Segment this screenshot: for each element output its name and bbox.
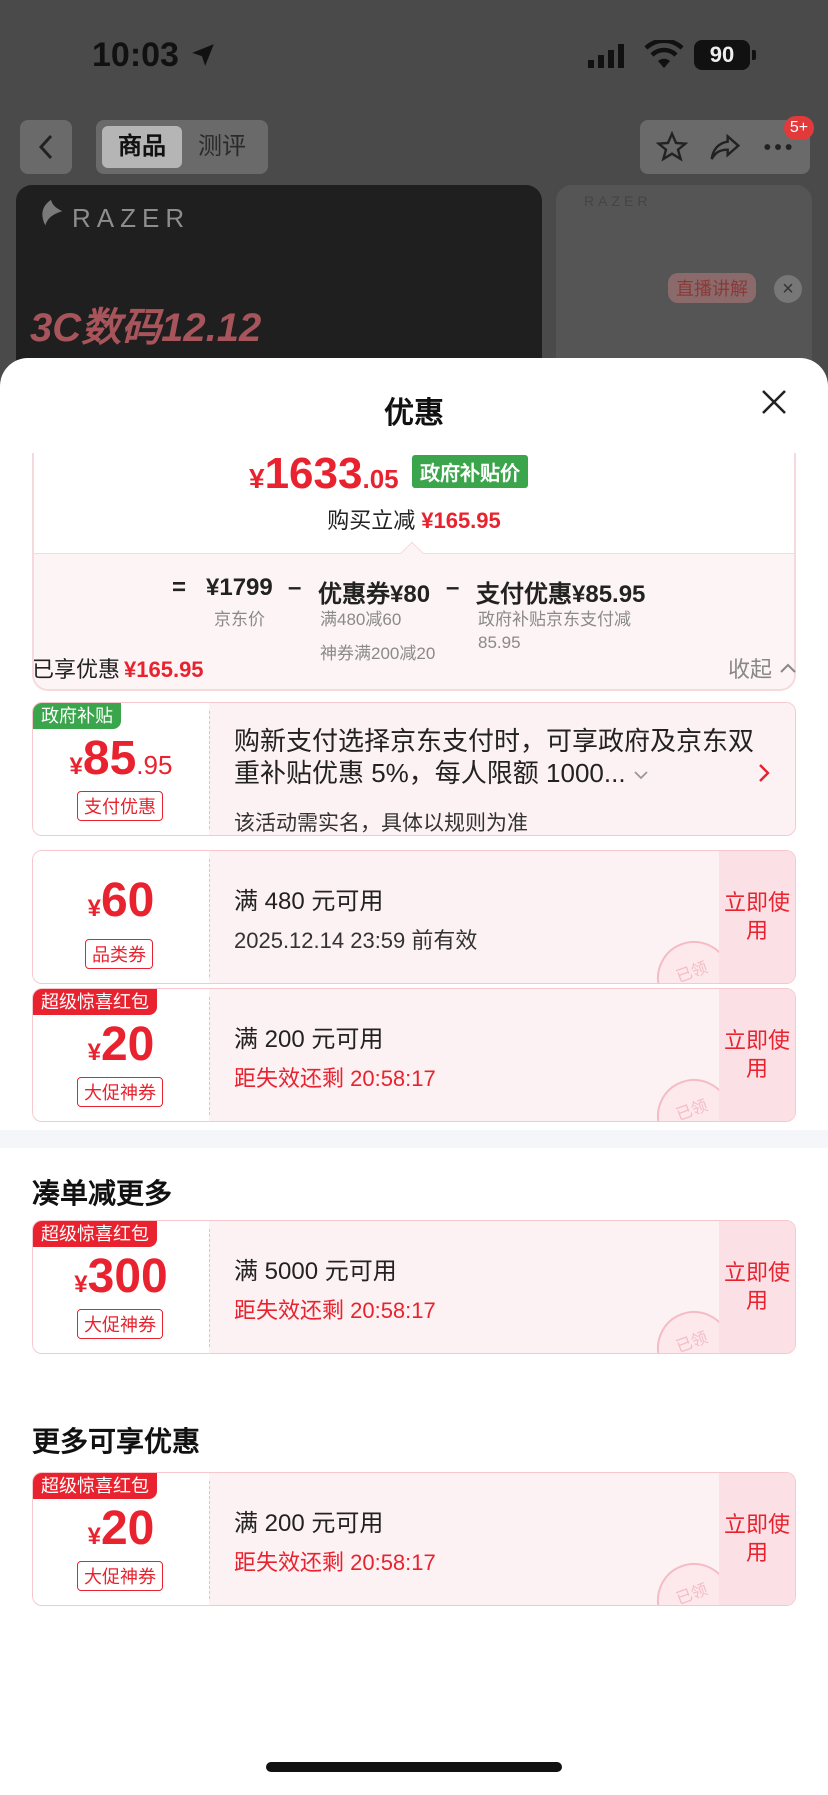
coupon-countdown: 距失效还剩 20:58:17 bbox=[234, 1550, 436, 1575]
corner-tag: 政府补贴 bbox=[33, 703, 121, 729]
battery-indicator: 90 bbox=[694, 40, 756, 70]
tab-review[interactable]: 测评 bbox=[182, 126, 262, 168]
payment-subsidy-card[interactable]: 政府补贴 ¥85.95 支付优惠 购新支付选择京东支付时，可享政府及京东双重补贴… bbox=[32, 702, 796, 836]
jd-price-label: 京东价 bbox=[214, 610, 265, 629]
chevron-left-icon bbox=[38, 134, 53, 160]
category-coupon-card: ¥60 品类券 满 480 元可用 2025.12.14 23:59 前有效 已… bbox=[32, 850, 796, 984]
live-label: 直播讲解 bbox=[668, 273, 756, 303]
use-now-button[interactable]: 立即使用 bbox=[719, 1473, 795, 1605]
coupon-amount: ¥20 bbox=[87, 1502, 155, 1555]
coupon-condition: 满 200 元可用 bbox=[234, 1510, 384, 1537]
live-thumbnail[interactable]: RAZER 直播讲解 × bbox=[556, 185, 812, 385]
chevron-down-icon bbox=[633, 771, 648, 780]
coupon-countdown: 距失效还剩 20:58:17 bbox=[234, 1298, 436, 1323]
red-packet-card: 超级惊喜红包 ¥20 大促神券 满 200 元可用 距失效还剩 20:58:17… bbox=[32, 988, 796, 1122]
corner-tag: 超级惊喜红包 bbox=[33, 1473, 157, 1499]
coupon-expiry: 2025.12.14 23:59 前有效 bbox=[234, 928, 478, 953]
coupon-amount: ¥20 bbox=[87, 1018, 155, 1071]
coupon-type: 品类券 bbox=[85, 939, 153, 969]
status-time: 10:03 bbox=[92, 36, 179, 74]
product-banner[interactable]: RAZER 3C数码12.12 bbox=[16, 185, 542, 385]
coupon-condition: 满 480 元可用 bbox=[234, 888, 384, 915]
product-review-segment: 商品 测评 bbox=[96, 120, 268, 174]
chevron-up-icon bbox=[780, 663, 796, 673]
final-price: ¥1633.05 bbox=[249, 449, 399, 498]
sheet-title: 优惠 bbox=[384, 397, 444, 430]
equals-sign: = bbox=[172, 574, 187, 601]
thumbnail-brand: RAZER bbox=[584, 193, 652, 209]
wifi-icon bbox=[644, 40, 684, 68]
enjoyed-label: 已享优惠 ¥165.95 bbox=[32, 657, 204, 682]
back-button[interactable] bbox=[20, 120, 72, 174]
tab-product[interactable]: 商品 bbox=[102, 126, 182, 168]
corner-tag: 超级惊喜红包 bbox=[33, 1221, 157, 1247]
coupon-condition: 满 200 元可用 bbox=[234, 1026, 384, 1053]
share-icon[interactable] bbox=[709, 131, 741, 163]
section-divider bbox=[0, 1130, 828, 1148]
coupon-amount: ¥85.95 bbox=[69, 732, 173, 785]
minus-sign: – bbox=[446, 574, 460, 601]
coupon-total: 优惠券¥80 bbox=[318, 581, 431, 608]
payment-discount: 支付优惠¥85.95 bbox=[476, 581, 646, 608]
reduce-line: 购买立减 ¥165.95 bbox=[327, 508, 501, 533]
coupon-condition: 满 5000 元可用 bbox=[234, 1258, 397, 1285]
chevron-right-icon[interactable] bbox=[757, 763, 771, 783]
use-now-button[interactable]: 立即使用 bbox=[719, 1221, 795, 1353]
red-packet-20-card: 超级惊喜红包 ¥20 大促神券 满 200 元可用 距失效还剩 20:58:17… bbox=[32, 1472, 796, 1606]
status-bar: 10:03 90 bbox=[0, 0, 828, 110]
cellular-signal-icon bbox=[588, 44, 624, 68]
star-icon[interactable] bbox=[656, 131, 689, 163]
use-now-button[interactable]: 立即使用 bbox=[719, 851, 795, 983]
subsidy-description[interactable]: 购新支付选择京东支付时，可享政府及京东双重补贴优惠 5%，每人限额 1000..… bbox=[234, 725, 764, 789]
coupon-type: 大促神券 bbox=[77, 1309, 163, 1339]
banner-promo: 3C数码12.12 bbox=[30, 306, 262, 350]
message-badge: 5+ bbox=[784, 116, 814, 140]
coupon-amount: ¥300 bbox=[74, 1250, 168, 1303]
coupon-type: 支付优惠 bbox=[77, 791, 163, 821]
coupon-countdown: 距失效还剩 20:58:17 bbox=[234, 1066, 436, 1091]
coupon-amount: ¥60 bbox=[87, 874, 155, 927]
jd-price: ¥1799 bbox=[206, 574, 273, 601]
discount-sheet: 优惠 ¥1633.05 政府补贴价 购买立减 ¥165.95 = ¥1799 京东… bbox=[0, 358, 828, 1795]
section-title-more-reduce: 凑单减更多 bbox=[32, 1178, 173, 1209]
coupon-detail-1: 满480减60 bbox=[320, 610, 402, 629]
enjoyed-discount-row: 已享优惠 ¥165.95 收起 bbox=[32, 648, 796, 684]
home-indicator bbox=[266, 1762, 562, 1772]
coupon-type: 大促神券 bbox=[77, 1077, 163, 1107]
banner-brand: RAZER bbox=[72, 203, 191, 233]
top-nav: 商品 测评 5+ bbox=[0, 116, 828, 176]
subsidy-rule: 该活动需实名，具体以规则为准 bbox=[234, 812, 528, 835]
razer-logo-icon bbox=[42, 199, 63, 226]
close-live-icon[interactable]: × bbox=[774, 275, 802, 303]
background-page: 10:03 90 商品 测评 5+ RAZER 3C数码12.12 RAZER … bbox=[0, 0, 828, 385]
use-now-button[interactable]: 立即使用 bbox=[719, 989, 795, 1121]
collapse-button[interactable]: 收起 bbox=[728, 652, 796, 684]
gov-subsidy-tag: 政府补贴价 bbox=[412, 455, 528, 488]
section-title-more-offers: 更多可享优惠 bbox=[32, 1426, 201, 1457]
corner-tag: 超级惊喜红包 bbox=[33, 989, 157, 1015]
coupon-type: 大促神券 bbox=[77, 1561, 163, 1591]
red-packet-300-card: 超级惊喜红包 ¥300 大促神券 满 5000 元可用 距失效还剩 20:58:… bbox=[32, 1220, 796, 1354]
minus-sign: – bbox=[288, 574, 302, 601]
close-icon[interactable] bbox=[760, 388, 788, 416]
location-arrow-icon bbox=[192, 44, 214, 66]
